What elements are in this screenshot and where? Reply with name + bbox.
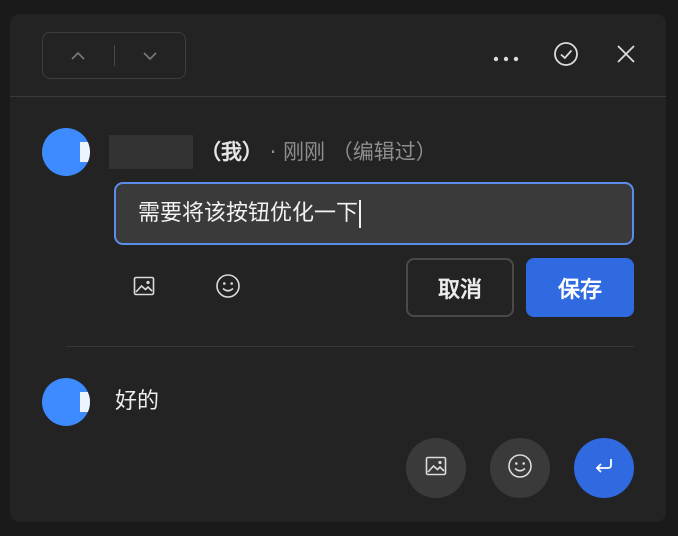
comment-edit-text: 需要将该按钮优化一下	[138, 201, 359, 226]
comment-time: · 刚刚	[269, 140, 326, 164]
comment-navigation	[42, 32, 186, 79]
send-reply-button[interactable]	[574, 438, 634, 498]
reply-avatar	[42, 378, 90, 426]
chevron-down-icon	[142, 46, 158, 65]
comment-panel: （我） · 刚刚 （编辑过） 需要将该按钮优化一下 取消 保存 好的	[10, 14, 666, 522]
author-self-tag: （我）	[200, 140, 263, 164]
comment-toolbar	[10, 14, 666, 97]
next-comment-button[interactable]	[115, 33, 185, 78]
reply-insert-emoji-button[interactable]	[490, 438, 550, 498]
avatar-initial	[80, 142, 90, 162]
avatar	[42, 128, 90, 176]
comment-edit-input[interactable]: 需要将该按钮优化一下	[114, 182, 634, 245]
insert-image-button[interactable]	[124, 268, 164, 308]
author-name-redacted	[109, 135, 193, 169]
resolve-button[interactable]	[551, 41, 581, 71]
reply-insert-image-button[interactable]	[406, 438, 466, 498]
chevron-up-icon	[70, 46, 86, 65]
emoji-icon	[215, 273, 241, 303]
previous-comment-button[interactable]	[43, 33, 113, 78]
text-caret	[359, 200, 362, 228]
insert-emoji-button[interactable]	[208, 268, 248, 308]
avatar-initial	[80, 392, 90, 412]
image-icon	[133, 275, 155, 301]
more-horizontal-icon	[493, 47, 519, 66]
emoji-icon	[507, 453, 533, 483]
more-button[interactable]	[491, 41, 521, 71]
close-icon	[615, 43, 637, 69]
check-circle-icon	[553, 41, 579, 71]
close-button[interactable]	[611, 41, 641, 71]
cancel-button[interactable]: 取消	[406, 258, 514, 317]
image-icon	[425, 455, 447, 481]
edited-tag: （编辑过）	[331, 140, 437, 164]
reply-input-text[interactable]: 好的	[115, 386, 159, 418]
comment-meta: （我） · 刚刚 （编辑过）	[200, 137, 437, 167]
comment-divider	[66, 346, 634, 347]
save-button[interactable]: 保存	[526, 258, 634, 317]
enter-icon	[592, 456, 616, 480]
